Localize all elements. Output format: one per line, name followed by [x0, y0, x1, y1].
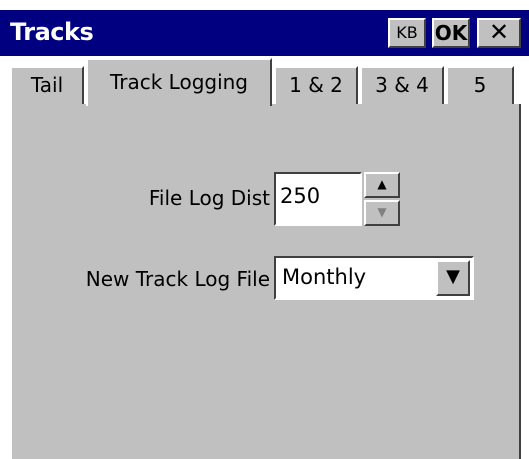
arrow-up-icon: ▲	[377, 177, 387, 191]
new-track-log-file-select[interactable]: Monthly ▼	[274, 256, 474, 300]
tab-strip: Tail Track Logging 1 & 2 3 & 4 5	[0, 56, 529, 106]
file-log-dist-input[interactable]: 250	[274, 172, 362, 226]
file-log-dist-value: 250	[280, 184, 321, 208]
tab-3-and-4[interactable]: 3 & 4	[360, 66, 444, 106]
spin-up-button[interactable]: ▲	[364, 172, 400, 198]
arrow-down-icon: ▼	[377, 205, 387, 219]
file-log-dist-spinner: ▲ ▼	[364, 172, 400, 226]
window-title: Tracks	[10, 18, 94, 46]
dropdown-button[interactable]: ▼	[436, 260, 470, 296]
close-icon: ✕	[488, 18, 510, 46]
ok-button[interactable]: OK	[432, 18, 470, 48]
tab-track-logging[interactable]: Track Logging	[86, 58, 272, 106]
new-track-log-file-label: New Track Log File	[85, 267, 270, 291]
tab-5[interactable]: 5	[446, 66, 514, 106]
keyboard-button[interactable]: KB	[388, 18, 426, 48]
file-log-dist-label: File Log Dist	[148, 186, 270, 210]
chevron-down-icon: ▼	[446, 266, 460, 287]
track-logging-panel: File Log Dist 250 ▲ ▼ New Track Log File…	[10, 104, 521, 459]
tab-tail[interactable]: Tail	[10, 66, 84, 106]
title-bar: Tracks KB OK ✕	[0, 10, 529, 56]
tab-1-and-2[interactable]: 1 & 2	[274, 66, 358, 106]
close-button[interactable]: ✕	[477, 18, 521, 48]
tracks-dialog: Tracks KB OK ✕ Tail Track Logging 1 & 2 …	[0, 0, 529, 459]
spin-down-button[interactable]: ▼	[364, 200, 400, 226]
new-track-log-file-value: Monthly	[282, 265, 367, 289]
